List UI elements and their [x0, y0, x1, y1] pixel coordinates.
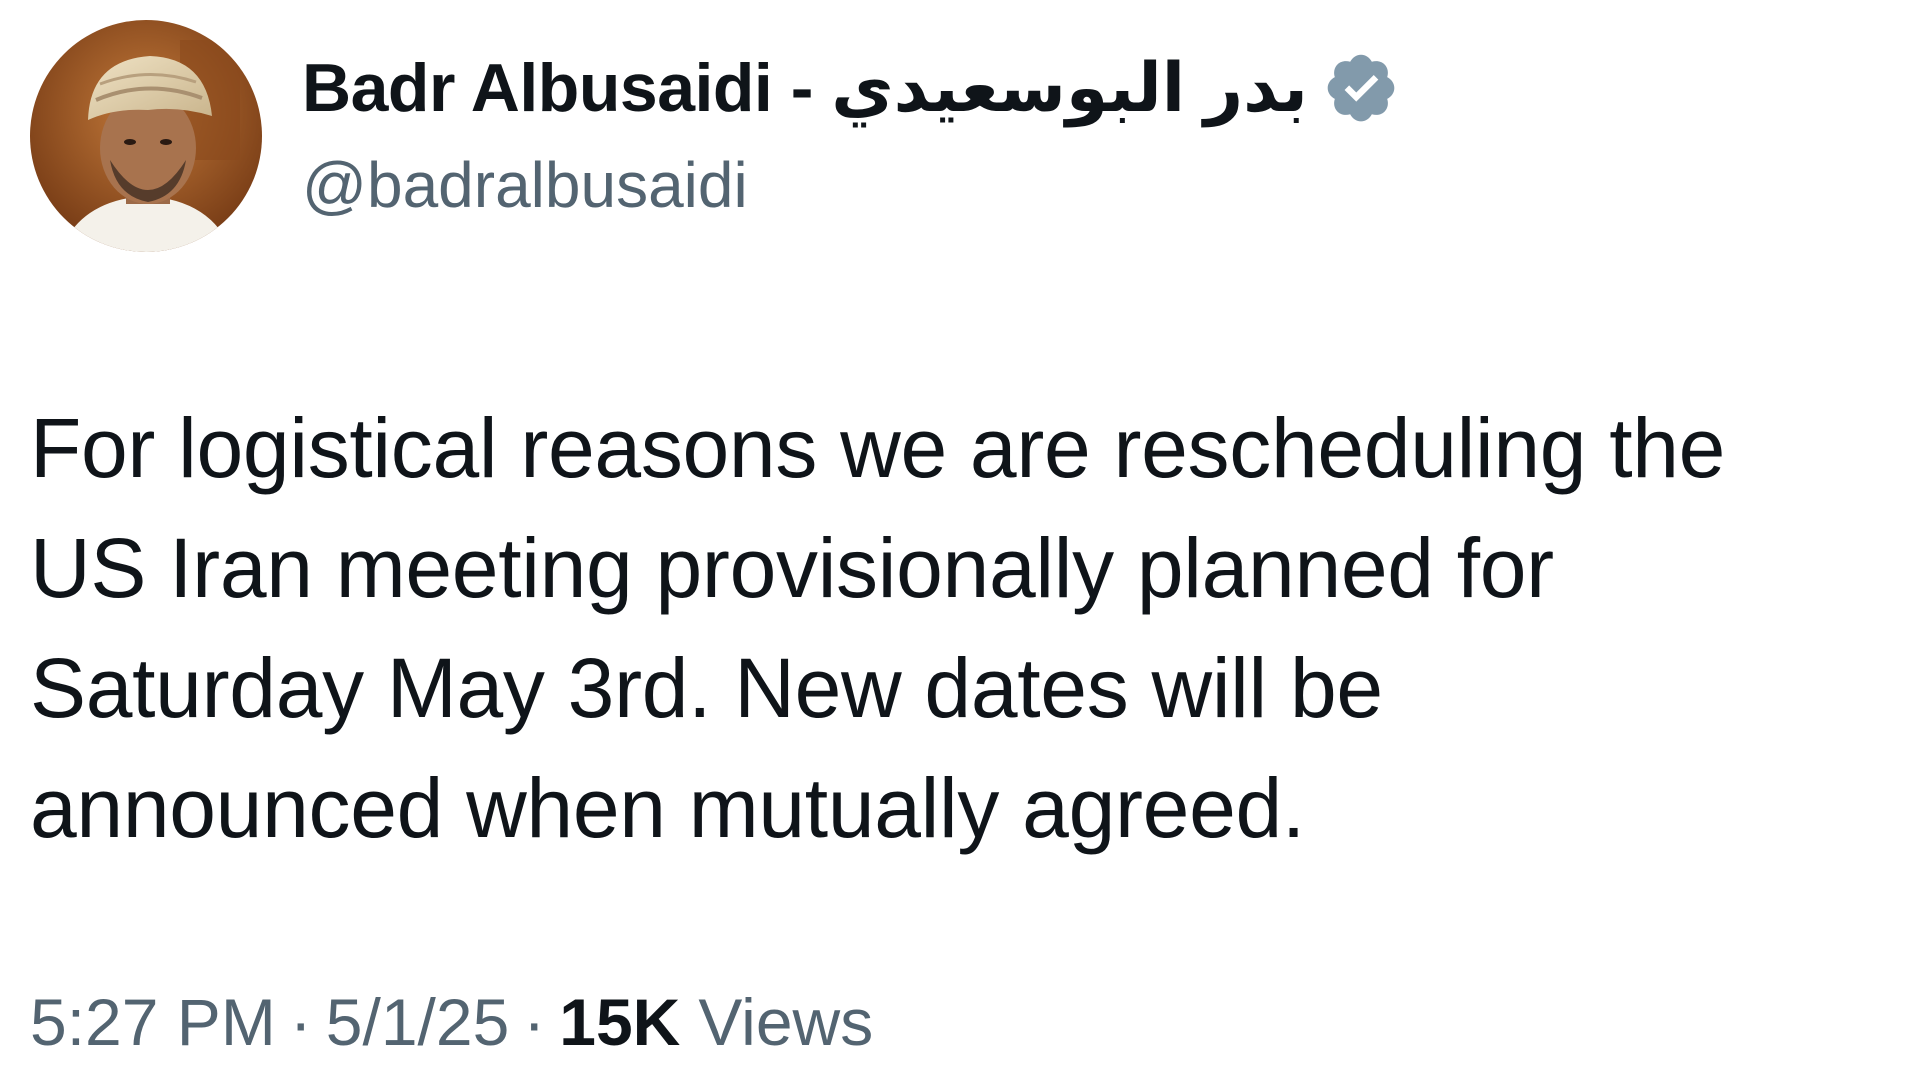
verified-badge-icon[interactable]: [1322, 49, 1400, 127]
meta-separator: ·: [289, 985, 312, 1059]
author-handle[interactable]: @badralbusaidi: [302, 148, 748, 222]
avatar-image: [30, 20, 262, 252]
views-label: Views: [698, 985, 874, 1059]
tweet-text: For logistical reasons we are rescheduli…: [30, 401, 1726, 855]
tweet-date[interactable]: 5/1/25: [326, 984, 510, 1060]
tweet-card: Badr Albusaidi - بدر البوسعيدي @badralbu…: [0, 0, 1920, 1072]
author-name-row: Badr Albusaidi - بدر البوسعيدي: [302, 48, 1400, 128]
tweet-time[interactable]: 5:27 PM: [30, 984, 276, 1060]
avatar[interactable]: [30, 20, 262, 252]
tweet-meta: 5:27 PM · 5/1/25 · 15K Views: [30, 984, 873, 1060]
meta-separator: ·: [523, 985, 546, 1059]
author-display-name[interactable]: Badr Albusaidi - بدر البوسعيدي: [302, 49, 1308, 128]
views-count[interactable]: 15K: [559, 984, 680, 1060]
